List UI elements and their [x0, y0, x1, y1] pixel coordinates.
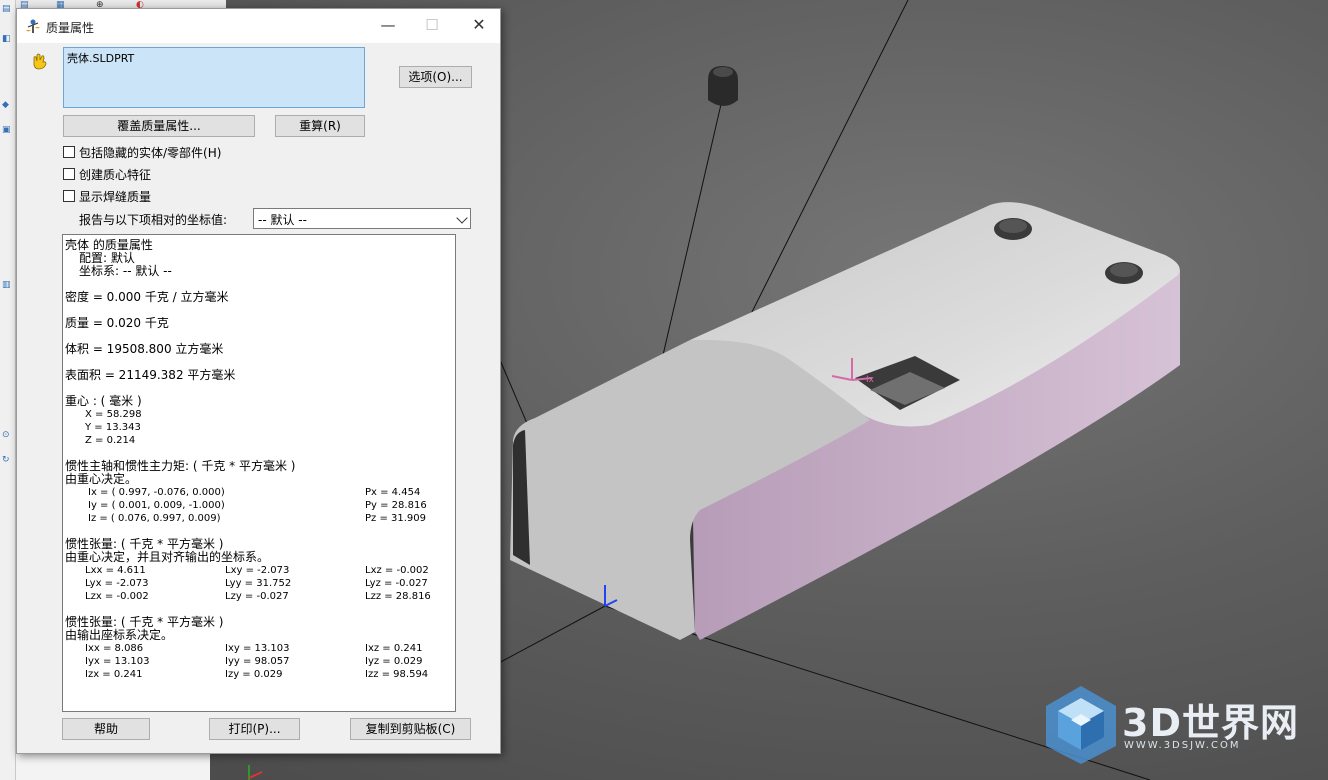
- checkbox-box[interactable]: [63, 168, 75, 180]
- feature-icon[interactable]: ↻: [2, 455, 12, 465]
- watermark-url: WWW.3DSJW.COM: [1124, 740, 1241, 751]
- material-icon[interactable]: ▥: [2, 280, 12, 290]
- tensor1-sub: 由重心决定，并且对齐输出的坐标系。: [65, 550, 270, 564]
- shell-part: [510, 202, 1180, 640]
- maximize-button[interactable]: ☐: [419, 14, 445, 36]
- part-icon[interactable]: ▤: [2, 4, 12, 14]
- tensor1-cell: Lzx = -0.002: [85, 591, 149, 602]
- results-text-area[interactable]: 壳体 的质量属性 配置: 默认 坐标系: -- 默认 -- 密度 = 0.000…: [62, 234, 456, 712]
- tensor1-cell: Lyy = 31.752: [225, 578, 292, 589]
- chevron-down-icon[interactable]: [456, 212, 468, 224]
- override-mass-properties-button[interactable]: 覆盖质量属性...: [63, 115, 255, 137]
- tensor1-cell: Lzz = 28.816: [365, 591, 431, 602]
- com-heading: 重心 : ( 毫米 ): [65, 394, 142, 408]
- coordinate-system-value: -- 默认 --: [258, 213, 307, 227]
- tensor2-cell: Izx = 0.241: [85, 669, 143, 680]
- status-strip: [16, 754, 210, 780]
- dialog-title: 质量属性: [46, 21, 95, 35]
- surface-area-line: 表面积 = 21149.382 平方毫米: [65, 368, 236, 382]
- principal-moment-py: Py = 28.816: [365, 500, 427, 511]
- close-button[interactable]: ✕: [466, 14, 492, 36]
- options-button[interactable]: 选项(O)...: [399, 66, 472, 88]
- scale-icon: [26, 19, 40, 33]
- annotation-icon[interactable]: ▣: [2, 125, 12, 135]
- tensor2-sub: 由输出座标系决定。: [65, 628, 174, 642]
- origin-icon[interactable]: ⊙: [2, 430, 12, 440]
- tensor1-cell: Lyx = -2.073: [85, 578, 149, 589]
- checkbox-label: 显示焊缝质量: [79, 190, 152, 204]
- help-button[interactable]: 帮助: [62, 718, 150, 740]
- feature-tree-strip: ▤ ◧ ◆ ▣ ▥ ⊙ ↻: [0, 0, 16, 780]
- tensor2-cell: Ixz = 0.241: [365, 643, 423, 654]
- principal-axis-ix: Ix = ( 0.997, -0.076, 0.000): [88, 487, 225, 498]
- tensor2-cell: Izy = 0.029: [225, 669, 283, 680]
- pin-body: [708, 66, 738, 106]
- tensor2-cell: Iyz = 0.029: [365, 656, 423, 667]
- checkbox-box[interactable]: [63, 190, 75, 202]
- density-line: 密度 = 0.000 千克 / 立方毫米: [65, 290, 229, 304]
- principal-axis-iy: Iy = ( 0.001, 0.009, -1.000): [88, 500, 225, 511]
- tensor2-cell: Iyy = 98.057: [225, 656, 290, 667]
- cube-logo-icon: [1046, 686, 1116, 764]
- selected-entity[interactable]: 壳体.SLDPRT: [67, 50, 134, 66]
- triad-label: Ix: [866, 375, 875, 385]
- tensor1-cell: Lyz = -0.027: [365, 578, 428, 589]
- watermark-brand: 3D世界网: [1122, 701, 1299, 745]
- copy-to-clipboard-button[interactable]: 复制到剪贴板(C): [350, 718, 471, 740]
- checkbox-label: 创建质心特征: [79, 168, 152, 182]
- com-x: X = 58.298: [85, 409, 142, 420]
- tensor1-cell: Lxz = -0.002: [365, 565, 429, 576]
- principal-moment-px: Px = 4.454: [365, 487, 421, 498]
- mass-properties-dialog: 质量属性 — ☐ ✕ 壳体.SLDPRT 选项(O)... 覆盖质量属性... …: [16, 8, 501, 754]
- mass-line: 质量 = 0.020 千克: [65, 316, 169, 330]
- sensor-icon[interactable]: ◆: [2, 100, 12, 110]
- coord-sys-line: 坐标系: -- 默认 --: [79, 264, 172, 278]
- coordinate-system-select[interactable]: -- 默认 --: [253, 208, 471, 229]
- axis-triad-bottom: [248, 765, 263, 780]
- tensor1-cell: Lxy = -2.073: [225, 565, 290, 576]
- checkbox-box[interactable]: [63, 146, 75, 158]
- tensor2-cell: Ixx = 8.086: [85, 643, 144, 654]
- history-icon[interactable]: ◧: [2, 34, 12, 44]
- tensor2-cell: Ixy = 13.103: [225, 643, 290, 654]
- tensor1-cell: Lzy = -0.027: [225, 591, 289, 602]
- coordinate-system-label: 报告与以下项相对的坐标值:: [79, 213, 228, 227]
- recalculate-button[interactable]: 重算(R): [275, 115, 365, 137]
- principal-sub: 由重心决定。: [65, 472, 138, 486]
- watermark-logo: 3D世界网 WWW.3DSJW.COM: [1044, 684, 1314, 768]
- title-bar[interactable]: 质量属性 — ☐ ✕: [17, 9, 500, 43]
- minimize-button[interactable]: —: [375, 14, 401, 36]
- selection-hand-icon: [33, 53, 47, 70]
- com-y: Y = 13.343: [85, 422, 141, 433]
- tensor2-cell: Izz = 98.594: [365, 669, 429, 680]
- com-z: Z = 0.214: [85, 435, 136, 446]
- tensor1-cell: Lxx = 4.611: [85, 565, 146, 576]
- checkbox-label: 包括隐藏的实体/零部件(H): [79, 146, 222, 160]
- tensor2-cell: Iyx = 13.103: [85, 656, 150, 667]
- principal-axis-iz: Iz = ( 0.076, 0.997, 0.009): [88, 513, 221, 524]
- print-button[interactable]: 打印(P)...: [209, 718, 300, 740]
- principal-moment-pz: Pz = 31.909: [365, 513, 427, 524]
- selected-entities-list[interactable]: 壳体.SLDPRT: [63, 47, 365, 108]
- volume-line: 体积 = 19508.800 立方毫米: [65, 342, 224, 356]
